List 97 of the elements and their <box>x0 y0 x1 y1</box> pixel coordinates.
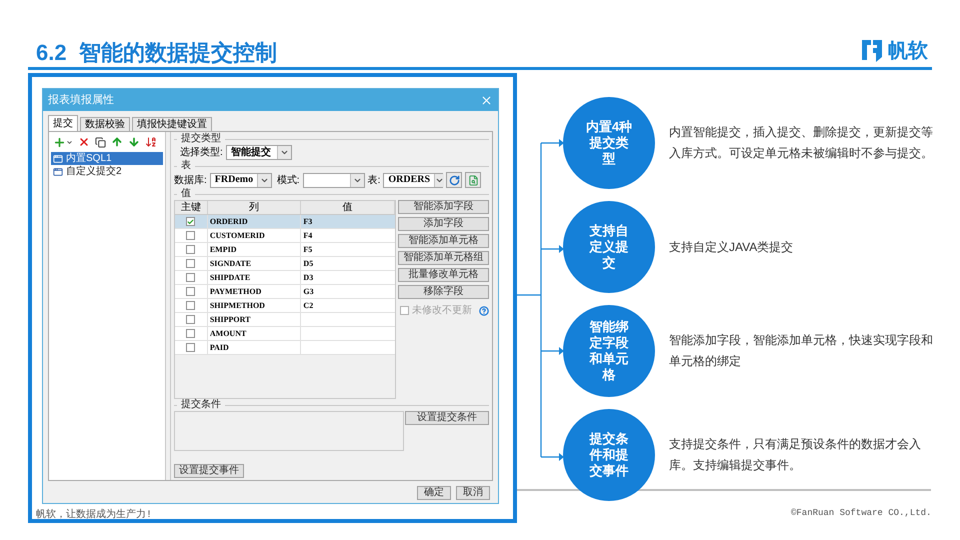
table-row[interactable]: CUSTOMERID F4 <box>175 229 395 243</box>
table-row[interactable]: SIGNDATE D5 <box>175 257 395 271</box>
logo-icon <box>860 38 884 64</box>
action-button[interactable]: 智能添加单元格 <box>398 234 489 248</box>
feature-description: 支持提交条件，只有满足预设条件的数据才会入库。支持编辑提交事件。 <box>669 436 922 474</box>
table-cell: ORDERID <box>208 215 302 228</box>
column-header[interactable]: 主键 <box>175 201 208 214</box>
checkbox[interactable] <box>186 329 196 338</box>
feature-description: 内置智能提交，插入提交、删除提交，更新提交等入库方式。可设定单元格未被编辑时不参与提交。 <box>669 124 934 162</box>
checkbox[interactable] <box>186 301 196 310</box>
table-row[interactable]: ORDERID F3 <box>175 215 395 229</box>
tree-item[interactable]: 内置SQL1 <box>51 152 164 165</box>
feature-description: 智能添加字段，智能添加单元格，快速实现字段和单元格的绑定 <box>669 332 934 370</box>
checkbox[interactable] <box>186 231 196 240</box>
table-cell-text: C2 <box>302 300 314 312</box>
table-cell: PAID <box>208 341 302 354</box>
column-header[interactable]: 列 <box>208 201 302 214</box>
table-row[interactable]: PAID <box>175 341 395 355</box>
action-button[interactable]: 智能添加单元格组 <box>398 251 489 265</box>
table-cell-text: F3 <box>302 216 314 228</box>
table-row[interactable]: PAYMETHOD G3 <box>175 285 395 299</box>
submit-type-select[interactable]: 智能提交 <box>226 145 292 160</box>
dialog-button[interactable]: 确定 <box>417 486 451 500</box>
sort-icon[interactable] <box>145 136 157 148</box>
tree-item-label: 自定义提交2 <box>66 166 122 176</box>
table-row[interactable]: SHIPMETHOD C2 <box>175 299 395 313</box>
action-button[interactable]: 批量修改单元格 <box>398 268 489 282</box>
table-cell-text: F4 <box>302 230 314 242</box>
set-event-button[interactable]: 设置提交事件 <box>174 464 244 478</box>
add-icon[interactable] <box>53 136 73 148</box>
action-button[interactable]: 移除字段 <box>398 285 489 299</box>
tab[interactable]: 数据校验 <box>80 117 130 131</box>
checkbox[interactable] <box>186 259 196 268</box>
slide-title: 6.2 智能的数据提交控制 <box>36 42 277 64</box>
tab[interactable]: 填报快捷键设置 <box>132 117 212 131</box>
field-label: 数据库: <box>174 174 207 188</box>
arrow-down-icon[interactable] <box>128 136 140 148</box>
window-icon <box>53 154 63 164</box>
table-cell: CUSTOMERID <box>208 229 302 242</box>
table-row[interactable]: AMOUNT <box>175 327 395 341</box>
help-icon[interactable] <box>479 306 489 316</box>
tree-item[interactable]: 自定义提交2 <box>51 165 164 178</box>
group-legend: 提交类型 <box>181 134 221 144</box>
feature-title: 内置4种提交类型 <box>585 119 633 167</box>
checkbox[interactable] <box>186 287 196 296</box>
table-cell: PAYMETHOD <box>208 285 302 298</box>
checkbox-label: 未修改不更新 <box>412 304 472 318</box>
table-select[interactable]: ORDERS <box>383 172 444 188</box>
table-row[interactable]: SHIPPORT <box>175 313 395 327</box>
refresh-button[interactable] <box>446 172 462 188</box>
table-cell-text: G3 <box>302 286 315 298</box>
column-header[interactable]: 值 <box>301 201 396 214</box>
close-icon[interactable] <box>480 94 493 106</box>
checkbox[interactable] <box>186 343 196 352</box>
action-button[interactable]: 添加字段 <box>398 217 489 231</box>
table-row[interactable]: EMPID F5 <box>175 243 395 257</box>
copy-icon[interactable] <box>95 136 106 148</box>
table-cell: AMOUNT <box>208 327 302 340</box>
caret-icon <box>280 148 289 157</box>
dialog-title: 报表填报属性 <box>48 92 114 108</box>
table-cell: SHIPDATE <box>208 271 302 284</box>
slogan: 帆软，让数据成为生产力! <box>35 508 154 523</box>
delete-icon[interactable] <box>78 136 90 148</box>
copyright: ©FanRuan Software CO.,Ltd. <box>791 507 932 520</box>
tree-item-label: 内置SQL1 <box>66 154 112 164</box>
preview-button[interactable] <box>465 172 482 188</box>
feature-title: 提交条件和提交事件 <box>588 431 630 479</box>
group-legend: 提交条件 <box>181 400 221 410</box>
table-row[interactable]: SHIPDATE D3 <box>175 271 395 285</box>
database-select[interactable]: FRDemo <box>210 172 272 188</box>
feature-title: 智能绑定字段和单元格 <box>588 319 630 383</box>
table-cell-text: D5 <box>302 258 314 270</box>
schema-select[interactable] <box>302 172 365 188</box>
dialog-button[interactable]: 取消 <box>456 486 490 500</box>
table-cell: EMPID <box>208 243 302 256</box>
feature-title: 支持自定义提交 <box>588 223 630 271</box>
table-cell: SHIPMETHOD <box>208 299 302 312</box>
feature-description: 支持自定义JAVA类提交 <box>669 238 794 256</box>
field-label: 选择类型: <box>180 146 223 160</box>
table-cell-text: F5 <box>302 244 314 256</box>
checkbox[interactable] <box>186 315 196 324</box>
field-label: 模式: <box>276 174 300 188</box>
action-button[interactable]: 智能添加字段 <box>398 200 489 214</box>
group-legend: 值 <box>181 189 191 199</box>
checkbox[interactable] <box>186 245 196 254</box>
window-icon <box>53 166 63 176</box>
checkbox[interactable] <box>186 273 196 282</box>
field-label: 表: <box>368 174 380 188</box>
table-cell: SHIPPORT <box>208 313 302 326</box>
group-legend: 表 <box>181 161 191 171</box>
arrow-up-icon[interactable] <box>111 136 123 148</box>
checkbox[interactable] <box>186 217 196 226</box>
table-cell: SIGNDATE <box>208 257 302 270</box>
set-condition-button[interactable]: 设置提交条件 <box>405 411 489 425</box>
table-cell-text: D3 <box>302 272 314 284</box>
logo-text: 帆软 <box>888 41 928 61</box>
tab[interactable]: 提交 <box>48 115 78 131</box>
